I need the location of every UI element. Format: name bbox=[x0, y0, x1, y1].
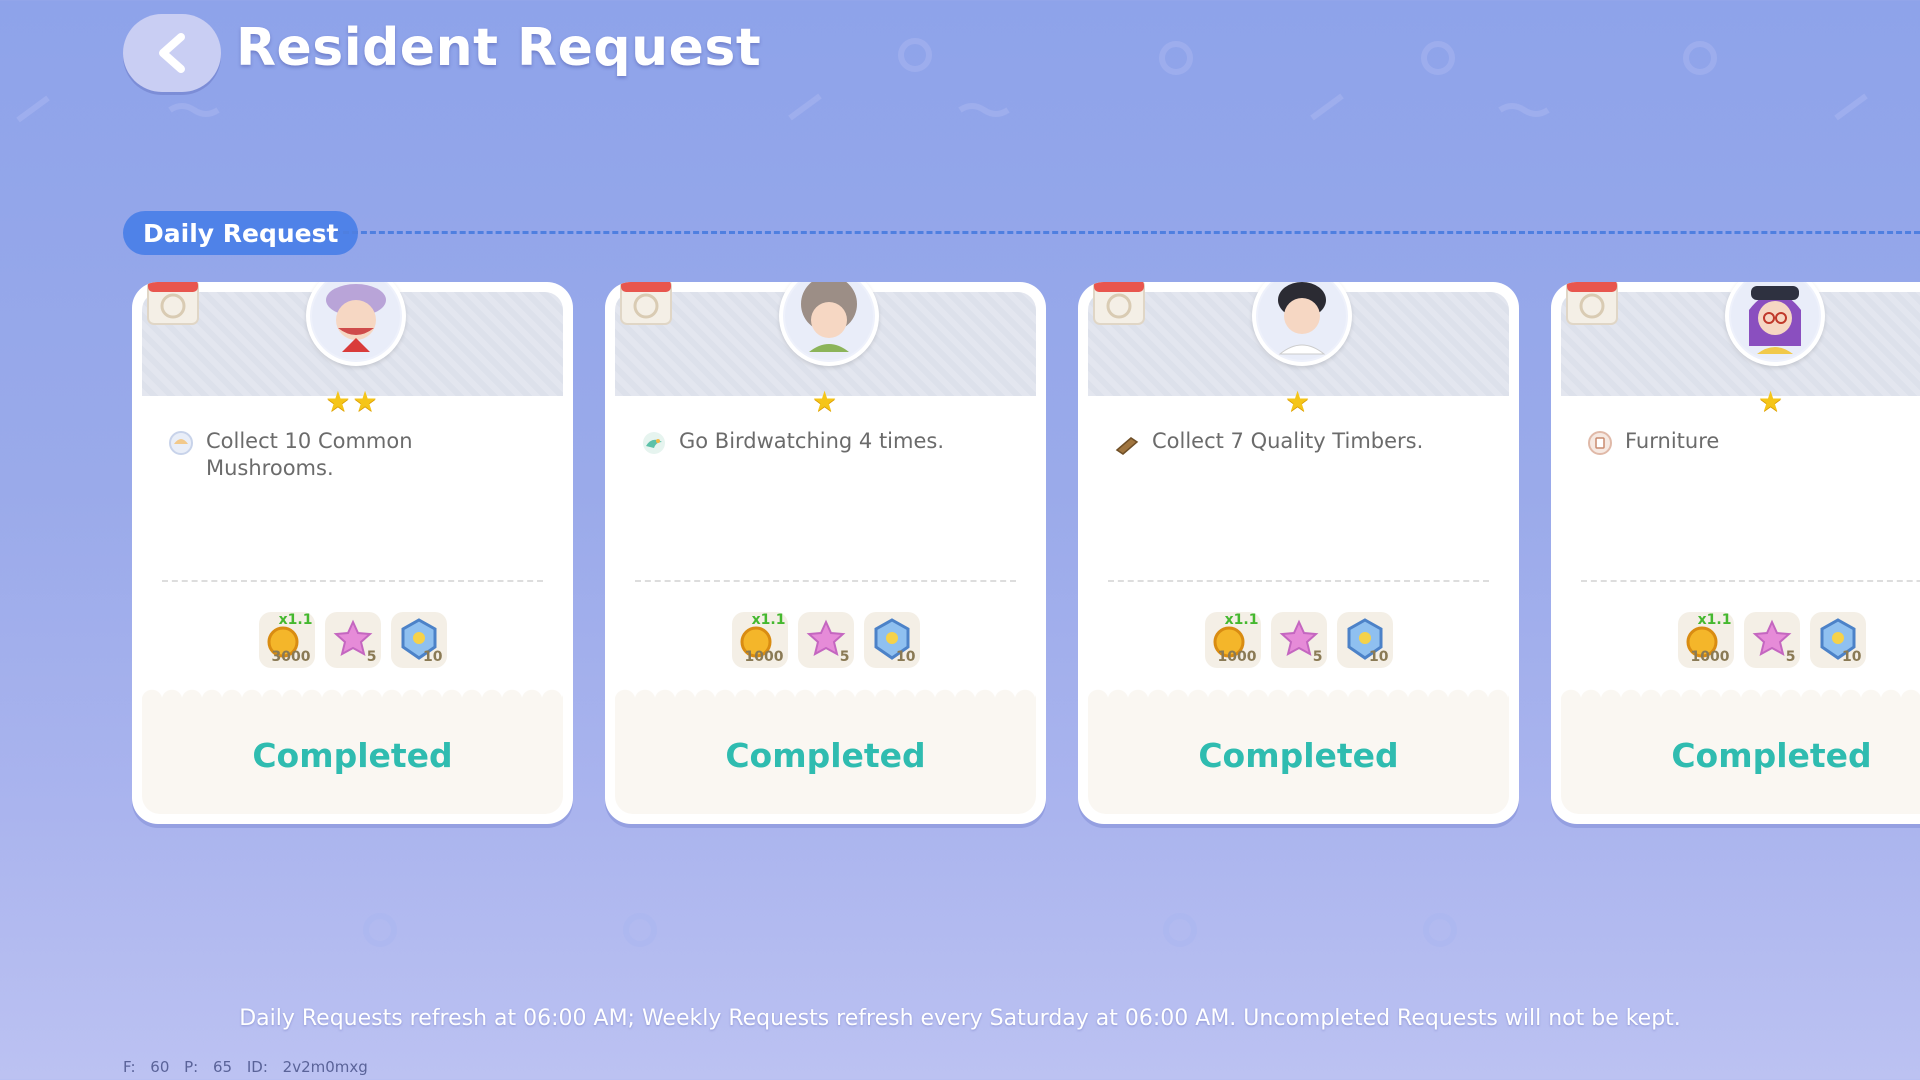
reward-badge[interactable]: 10 bbox=[863, 612, 920, 668]
bird-icon bbox=[643, 432, 665, 454]
reward-multiplier: x1.1 bbox=[751, 612, 786, 628]
task-row: Collect 10 Common Mushrooms. bbox=[168, 428, 543, 482]
completed-status: Completed bbox=[1671, 736, 1872, 775]
mushroom-icon bbox=[169, 431, 193, 455]
completed-status: Completed bbox=[725, 736, 926, 775]
task-description: Go Birdwatching 4 times. bbox=[679, 429, 945, 453]
request-card-4[interactable]: ★ Furniture x1.1 1000 5 10 Completed bbox=[1551, 282, 1920, 824]
purple-hair-girl-portrait-icon bbox=[1731, 282, 1819, 360]
task-row: Furniture bbox=[1587, 428, 1920, 456]
grandpa-chef-portrait-icon bbox=[312, 282, 400, 360]
request-card-3[interactable]: ★ Collect 7 Quality Timbers. x1.1 1000 5… bbox=[1078, 282, 1519, 824]
reward-star[interactable]: 5 bbox=[324, 612, 381, 668]
timber-icon bbox=[1115, 437, 1139, 455]
reward-coin[interactable]: x1.1 1000 bbox=[731, 612, 788, 668]
task-row: Go Birdwatching 4 times. bbox=[641, 428, 1016, 456]
reward-amount: 1000 bbox=[1690, 649, 1730, 665]
resident-avatar bbox=[1252, 282, 1352, 366]
reward-amount: 5 bbox=[1785, 649, 1796, 665]
reward-amount: 5 bbox=[1312, 649, 1323, 665]
reward-amount: 3000 bbox=[271, 649, 311, 665]
calendar-icon bbox=[620, 282, 672, 325]
resident-avatar bbox=[306, 282, 406, 366]
difficulty-stars: ★★ bbox=[325, 385, 380, 418]
reward-badge[interactable]: 10 bbox=[1336, 612, 1393, 668]
refresh-notice: Daily Requests refresh at 06:00 AM; Week… bbox=[239, 1006, 1681, 1031]
request-card-1[interactable]: ★★ Collect 10 Common Mushrooms. x1.1 300… bbox=[132, 282, 573, 824]
divider bbox=[635, 580, 1016, 582]
dark-hair-boy-portrait-icon bbox=[1258, 282, 1346, 360]
reward-star[interactable]: 5 bbox=[1743, 612, 1800, 668]
reward-coin[interactable]: x1.1 1000 bbox=[1677, 612, 1734, 668]
calendar-icon bbox=[1566, 282, 1618, 325]
card-footer: Completed bbox=[1561, 686, 1920, 814]
reward-badge[interactable]: 10 bbox=[390, 612, 447, 668]
chevron-left-icon bbox=[159, 33, 185, 73]
reward-multiplier: x1.1 bbox=[1697, 612, 1732, 628]
task-description: Collect 7 Quality Timbers. bbox=[1152, 429, 1424, 453]
task-description: Collect 10 Common Mushrooms. bbox=[206, 429, 413, 480]
reward-multiplier: x1.1 bbox=[1224, 612, 1259, 628]
reward-amount: 10 bbox=[423, 649, 443, 665]
divider bbox=[1581, 580, 1920, 582]
reward-multiplier: x1.1 bbox=[278, 612, 313, 628]
reward-list: x1.1 1000 5 10 bbox=[1551, 612, 1920, 668]
tab-daily-request[interactable]: Daily Request bbox=[123, 211, 359, 255]
calendar-icon bbox=[1093, 282, 1145, 325]
debug-info: F: 60 P: 65 ID: 2v2m0mxg bbox=[123, 1058, 368, 1076]
resident-avatar bbox=[1725, 282, 1825, 366]
difficulty-stars: ★ bbox=[1284, 385, 1313, 418]
reward-amount: 10 bbox=[896, 649, 916, 665]
request-card-2[interactable]: ★ Go Birdwatching 4 times. x1.1 1000 5 1… bbox=[605, 282, 1046, 824]
difficulty-stars: ★ bbox=[1757, 385, 1786, 418]
back-button[interactable] bbox=[123, 14, 221, 92]
reward-amount: 1000 bbox=[744, 649, 784, 665]
divider bbox=[1108, 580, 1489, 582]
reward-list: x1.1 1000 5 10 bbox=[605, 612, 1046, 668]
reward-star[interactable]: 5 bbox=[1270, 612, 1327, 668]
calendar-icon bbox=[147, 282, 199, 325]
reward-badge[interactable]: 10 bbox=[1809, 612, 1866, 668]
reward-coin[interactable]: x1.1 1000 bbox=[1204, 612, 1261, 668]
resident-avatar bbox=[779, 282, 879, 366]
reward-amount: 5 bbox=[839, 649, 850, 665]
task-description: Furniture bbox=[1625, 429, 1720, 453]
reward-coin[interactable]: x1.1 3000 bbox=[258, 612, 315, 668]
page-title: Resident Request bbox=[236, 18, 762, 78]
reward-list: x1.1 3000 5 10 bbox=[132, 612, 573, 668]
reward-star[interactable]: 5 bbox=[797, 612, 854, 668]
reward-amount: 5 bbox=[366, 649, 377, 665]
reward-amount: 10 bbox=[1842, 649, 1862, 665]
completed-status: Completed bbox=[1198, 736, 1399, 775]
completed-status: Completed bbox=[252, 736, 453, 775]
difficulty-stars: ★ bbox=[811, 385, 840, 418]
task-row: Collect 7 Quality Timbers. bbox=[1114, 428, 1489, 456]
furniture-icon bbox=[1588, 431, 1612, 455]
reward-amount: 10 bbox=[1369, 649, 1389, 665]
reward-amount: 1000 bbox=[1217, 649, 1257, 665]
card-footer: Completed bbox=[615, 686, 1036, 814]
card-footer: Completed bbox=[142, 686, 563, 814]
card-footer: Completed bbox=[1088, 686, 1509, 814]
divider bbox=[162, 580, 543, 582]
reward-list: x1.1 1000 5 10 bbox=[1078, 612, 1519, 668]
section-divider bbox=[334, 231, 1920, 234]
curly-hair-girl-portrait-icon bbox=[785, 282, 873, 360]
